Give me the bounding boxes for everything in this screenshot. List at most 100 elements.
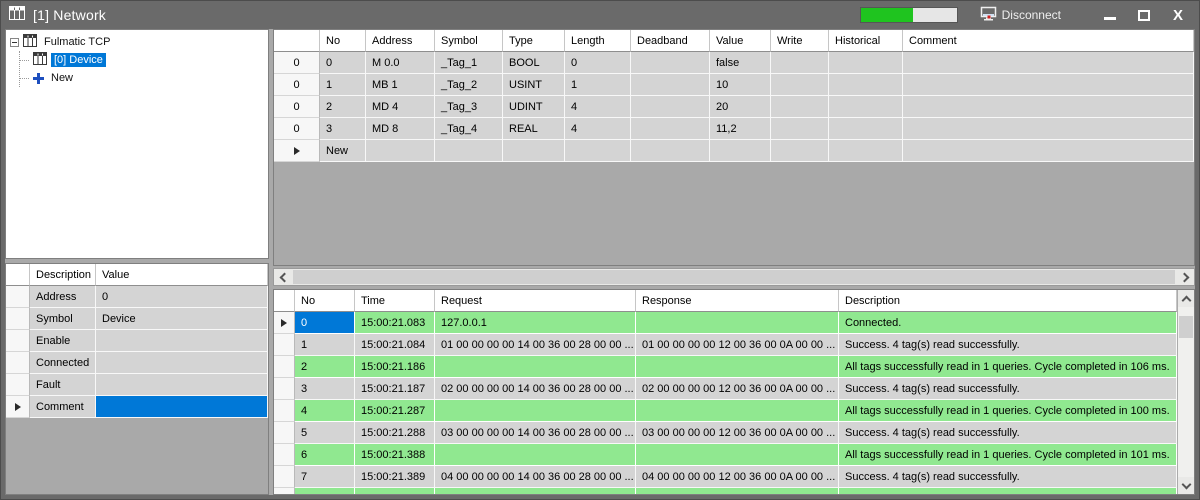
column-header-time[interactable]: Time (355, 290, 435, 312)
table-row[interactable]: Comment (6, 396, 268, 418)
row-indicator[interactable] (6, 352, 30, 374)
row-indicator[interactable] (6, 308, 30, 330)
cell-response[interactable] (636, 356, 839, 378)
scroll-left-button[interactable] (274, 269, 291, 285)
cell-no[interactable]: 1 (295, 334, 355, 356)
table-row[interactable]: Fault (6, 374, 268, 396)
cell-request[interactable]: 127.0.0.1 (435, 312, 636, 334)
cell-type[interactable]: UDINT (503, 96, 565, 118)
cell-symbol[interactable]: _Tag_1 (435, 52, 503, 74)
table-row[interactable]: New (274, 140, 1194, 162)
cell-deadband[interactable] (631, 118, 710, 140)
cell-length[interactable]: 1 (565, 74, 631, 96)
cell-comment[interactable] (903, 74, 1194, 96)
cell-value[interactable]: Device (96, 308, 268, 330)
column-header-value[interactable]: Value (96, 264, 268, 286)
cell-type[interactable]: REAL (503, 118, 565, 140)
cell-historical[interactable] (829, 52, 903, 74)
cell-response[interactable] (636, 400, 839, 422)
table-row[interactable]: 115:00:21.08401 00 00 00 00 14 00 36 00 … (274, 334, 1177, 356)
disconnect-button[interactable]: Disconnect (980, 6, 1061, 24)
row-indicator[interactable] (274, 378, 295, 400)
cell-response[interactable]: 02 00 00 00 00 12 00 36 00 0A 00 00 ... (636, 378, 839, 400)
cell-no[interactable]: 7 (295, 466, 355, 488)
cell-time[interactable]: 15:00:21.084 (355, 334, 435, 356)
cell-description[interactable]: Comment (30, 396, 96, 418)
row-indicator[interactable]: 0 (274, 52, 320, 74)
cell-value[interactable]: 11,2 (710, 118, 771, 140)
table-row[interactable]: 00M 0.0_Tag_1BOOL0false (274, 52, 1194, 74)
column-header-historical[interactable]: Historical (829, 30, 903, 52)
cell-deadband[interactable] (631, 140, 710, 162)
cell-value[interactable] (710, 140, 771, 162)
cell-value[interactable]: 20 (710, 96, 771, 118)
cell-type[interactable]: BOOL (503, 52, 565, 74)
cell-time[interactable] (355, 488, 435, 494)
cell-time[interactable]: 15:00:21.288 (355, 422, 435, 444)
row-indicator[interactable]: 0 (274, 96, 320, 118)
row-indicator[interactable] (274, 488, 295, 494)
column-header-response[interactable]: Response (636, 290, 839, 312)
cell-value[interactable]: false (710, 52, 771, 74)
cell-value[interactable]: 10 (710, 74, 771, 96)
cell-deadband[interactable] (631, 74, 710, 96)
tree-root-row[interactable]: Fulmatic TCP (10, 33, 268, 51)
scroll-down-button[interactable] (1178, 477, 1194, 494)
cell-request[interactable]: 01 00 00 00 00 14 00 36 00 28 00 00 ... (435, 334, 636, 356)
cell-address[interactable]: M 0.0 (366, 52, 435, 74)
cell-description[interactable]: Connected. (839, 312, 1177, 334)
cell-comment[interactable] (903, 96, 1194, 118)
minimize-button[interactable] (1099, 5, 1121, 25)
cell-description[interactable]: Success. 4 tag(s) read successfully. (839, 378, 1177, 400)
row-indicator[interactable] (6, 286, 30, 308)
row-indicator[interactable]: 0 (274, 118, 320, 140)
column-header-description[interactable]: Description (30, 264, 96, 286)
scroll-right-button[interactable] (1177, 269, 1194, 285)
cell-write[interactable] (771, 96, 829, 118)
cell-request[interactable] (435, 488, 636, 494)
column-header-deadband[interactable]: Deadband (631, 30, 710, 52)
column-header-value[interactable]: Value (710, 30, 771, 52)
row-indicator[interactable] (274, 334, 295, 356)
cell-description[interactable]: Address (30, 286, 96, 308)
cell-historical[interactable] (829, 140, 903, 162)
row-indicator[interactable] (274, 466, 295, 488)
cell-response[interactable] (636, 488, 839, 494)
cell-symbol[interactable]: _Tag_2 (435, 74, 503, 96)
table-row[interactable]: 615:00:21.388All tags successfully read … (274, 444, 1177, 466)
column-header-comment[interactable]: Comment (903, 30, 1194, 52)
column-header-length[interactable]: Length (565, 30, 631, 52)
cell-length[interactable]: 4 (565, 96, 631, 118)
cell-type[interactable] (503, 140, 565, 162)
cell-description[interactable]: Success. 4 tag(s) read successfully. (839, 422, 1177, 444)
table-row[interactable]: 215:00:21.186All tags successfully read … (274, 356, 1177, 378)
row-indicator[interactable] (6, 330, 30, 352)
cell-description[interactable]: Fault (30, 374, 96, 396)
cell-no[interactable]: 4 (295, 400, 355, 422)
cell-request[interactable] (435, 356, 636, 378)
table-row[interactable] (274, 488, 1177, 494)
table-row[interactable]: Address0 (6, 286, 268, 308)
cell-time[interactable]: 15:00:21.388 (355, 444, 435, 466)
cell-response[interactable] (636, 312, 839, 334)
cell-description[interactable]: Success. 4 tag(s) read successfully. (839, 334, 1177, 356)
maximize-button[interactable] (1133, 5, 1155, 25)
column-header-symbol[interactable]: Symbol (435, 30, 503, 52)
cell-no[interactable]: 2 (295, 356, 355, 378)
cell-symbol[interactable]: _Tag_3 (435, 96, 503, 118)
row-indicator[interactable] (6, 374, 30, 396)
cell-address[interactable]: MD 8 (366, 118, 435, 140)
cell-time[interactable]: 15:00:21.083 (355, 312, 435, 334)
row-indicator[interactable] (6, 396, 30, 418)
cell-type[interactable]: USINT (503, 74, 565, 96)
cell-symbol[interactable]: _Tag_4 (435, 118, 503, 140)
cell-response[interactable]: 01 00 00 00 00 12 00 36 00 0A 00 00 ... (636, 334, 839, 356)
cell-request[interactable]: 04 00 00 00 00 14 00 36 00 28 00 00 ... (435, 466, 636, 488)
cell-deadband[interactable] (631, 96, 710, 118)
cell-request[interactable]: 03 00 00 00 00 14 00 36 00 28 00 00 ... (435, 422, 636, 444)
cell-deadband[interactable] (631, 52, 710, 74)
cell-time[interactable]: 15:00:21.389 (355, 466, 435, 488)
row-indicator[interactable] (274, 312, 295, 334)
cell-comment[interactable] (903, 52, 1194, 74)
cell-value[interactable] (96, 352, 268, 374)
